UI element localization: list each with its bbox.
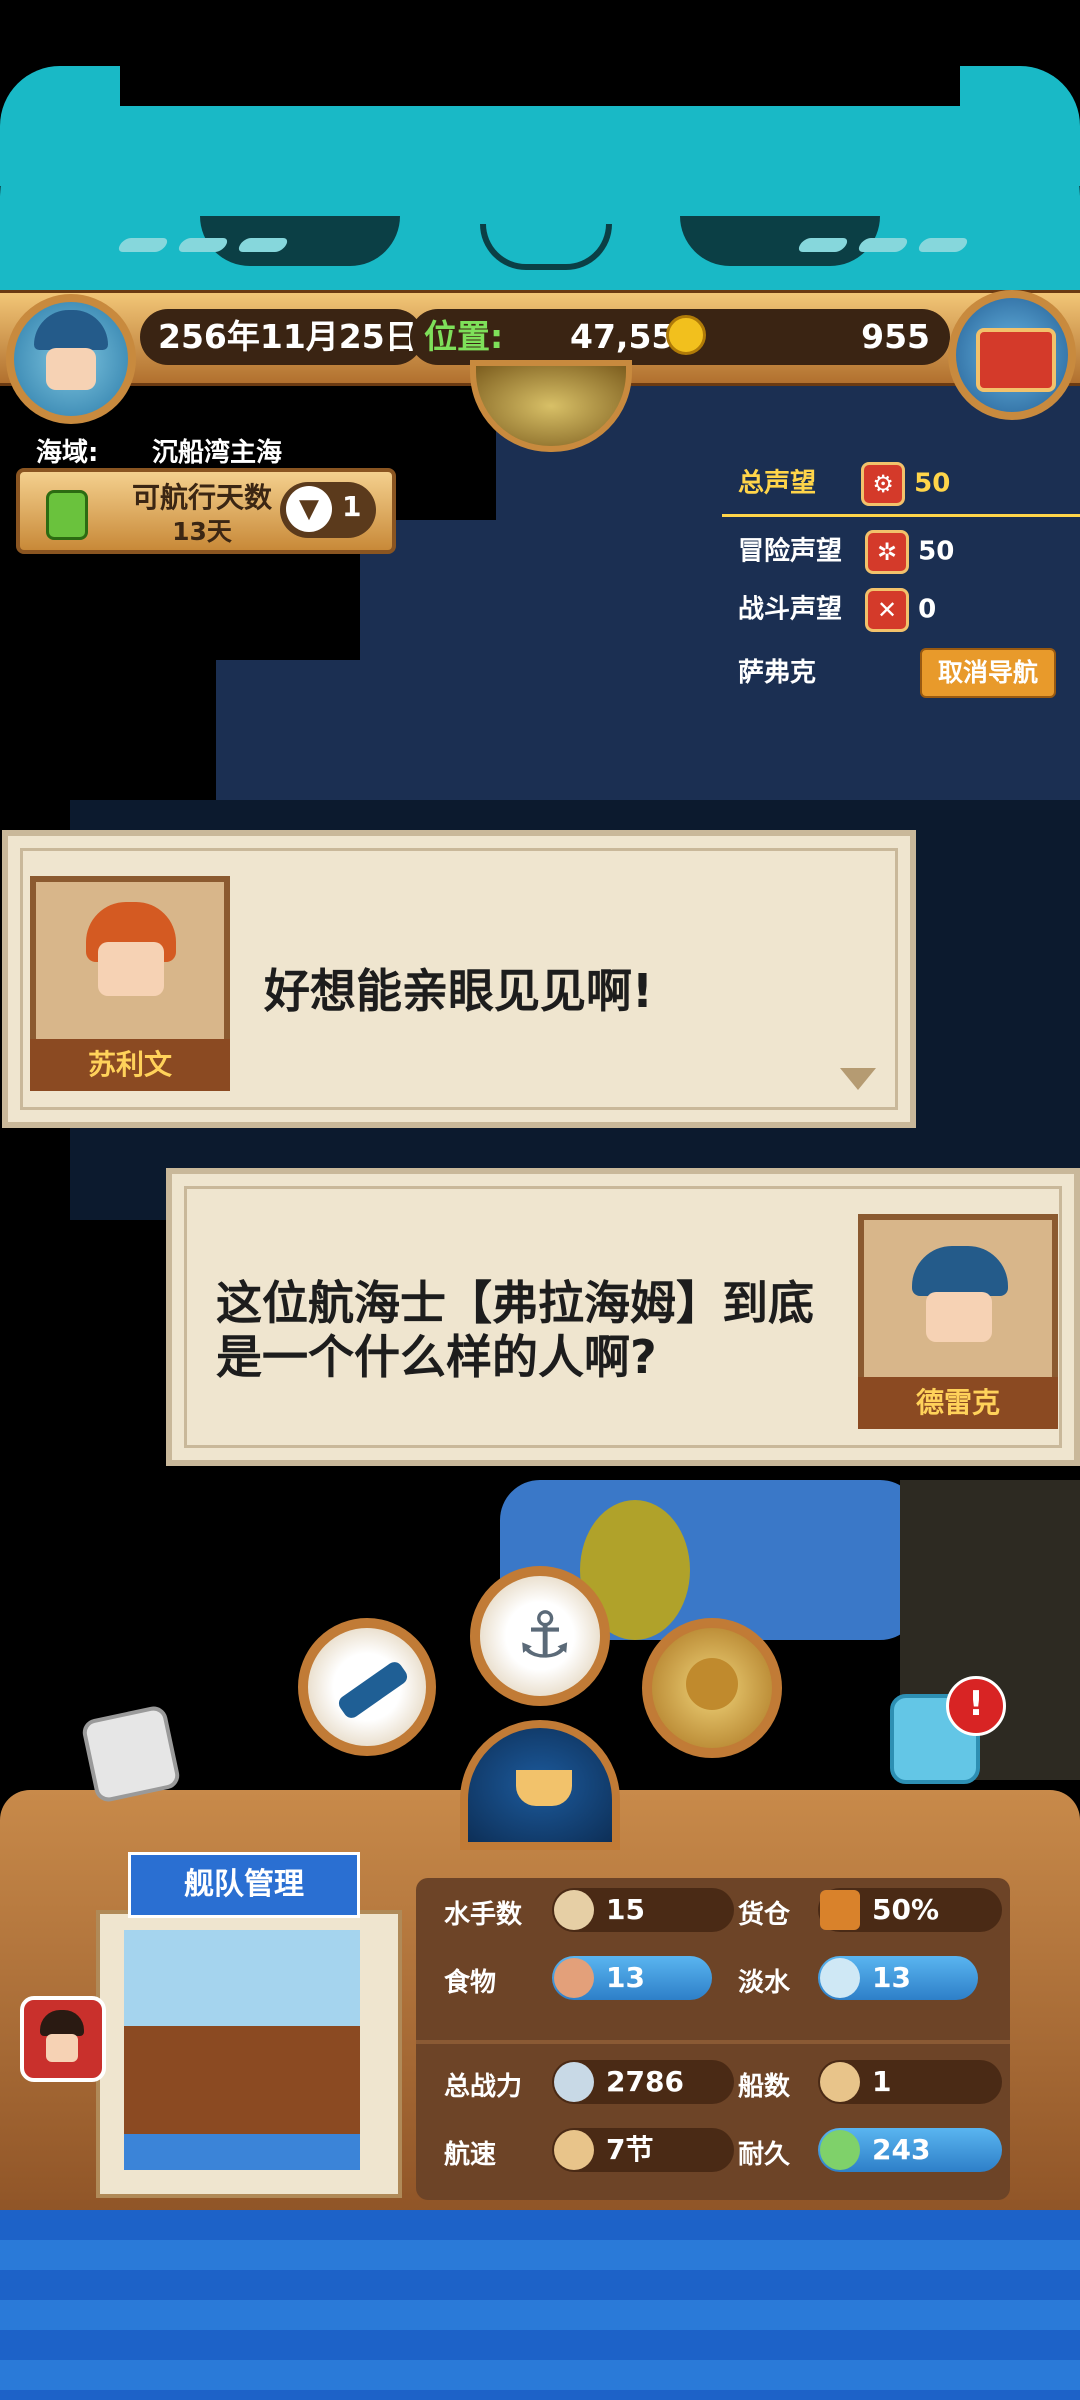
water-label: 淡水	[738, 1968, 791, 1998]
cargo-bar: 50%	[818, 1888, 1002, 1932]
anchor-button[interactable]: ⚓	[470, 1566, 610, 1706]
sail-days-value: 13天	[172, 517, 232, 546]
adventure-reputation-value: 50	[918, 536, 955, 567]
gold-amount: 955	[861, 317, 930, 356]
speed-selector[interactable]: ▼ 1	[280, 482, 376, 538]
cat-banner	[0, 66, 1080, 296]
cat-eye-right	[680, 216, 880, 266]
battle-reputation: 战斗声望 ✕ 0	[738, 588, 936, 632]
sailor-icon	[554, 1890, 594, 1930]
adventure-reputation-label: 冒险声望	[738, 536, 843, 567]
sail-days-panel: 可航行天数 13天 ▼ 1	[16, 468, 396, 554]
treasure-chest-icon[interactable]	[948, 290, 1076, 420]
crossed-swords-icon: ✕	[865, 588, 910, 632]
water-bar: 13	[818, 1956, 978, 2000]
speaker-portrait-sullivan: 苏利文	[30, 876, 230, 1091]
repair-ship-icon	[820, 2130, 860, 2170]
speed-count: 1	[342, 490, 362, 523]
compass-icon: ✲	[865, 530, 910, 574]
food-value: 13	[606, 1961, 645, 1994]
gold-coin-icon	[666, 315, 706, 355]
dialog-text-line2: 是一个什么样的人啊?	[216, 1330, 657, 1384]
ships-value: 1	[872, 2065, 892, 2098]
wave-footer	[0, 2210, 1080, 2400]
total-reputation-value: 50	[914, 468, 951, 499]
telescope-button[interactable]	[298, 1618, 436, 1756]
anchor-icon: ⚓	[516, 1599, 574, 1673]
speaker-name: 苏利文	[30, 1039, 230, 1091]
durability-label: 耐久	[738, 2140, 791, 2170]
sailors-label: 水手数	[444, 1900, 523, 1930]
sea-area-label: 海域:	[36, 438, 99, 468]
speed-value: 7节	[606, 2133, 654, 2166]
adventure-reputation: 冒险声望 ✲ 50	[738, 530, 954, 574]
boat-icon	[820, 2062, 860, 2102]
chevron-down-icon: ▼	[286, 486, 332, 532]
sail-days-title: 可航行天数	[131, 481, 272, 514]
captain-avatar-button[interactable]	[20, 1996, 106, 2082]
speed-bar: 7节	[552, 2128, 734, 2172]
telescope-icon	[335, 1658, 411, 1722]
destination-name: 萨弗克	[738, 658, 817, 688]
sailors-bar: 15	[552, 1888, 734, 1932]
divider	[722, 514, 1080, 517]
position-gold-pill: 位置: 47,55 955	[410, 309, 950, 365]
divider	[416, 2040, 1010, 2044]
water-jug-icon	[820, 1958, 860, 1998]
battle-reputation-value: 0	[918, 594, 937, 625]
durability-value: 243	[872, 2133, 931, 2166]
sea-area-value: 沉船湾主海	[152, 438, 283, 468]
date: 256年11月25日	[140, 309, 423, 365]
reputation-shield-icon: ⚙	[861, 462, 906, 506]
ships-label: 船数	[738, 2072, 791, 2102]
water-value: 13	[872, 1961, 911, 1994]
cat-eye-left	[200, 216, 400, 266]
total-reputation: 总声望 ⚙ 50	[738, 462, 950, 506]
ship-wheel-button[interactable]	[460, 1720, 620, 1850]
globe-icon	[686, 1658, 738, 1710]
sword-icon	[554, 2062, 594, 2102]
speed-label: 航速	[444, 2140, 497, 2170]
position-label: 位置:	[424, 317, 504, 356]
dialog-text-line1: 这位航海士【弗拉海姆】到底	[216, 1276, 814, 1330]
durability-bar: 243	[818, 2128, 1002, 2172]
ghost-character[interactable]	[80, 1703, 182, 1805]
total-reputation-label: 总声望	[738, 468, 817, 499]
sailors-value: 15	[606, 1893, 645, 1926]
food-bar: 13	[552, 1956, 712, 2000]
cargo-value: 50%	[872, 1893, 940, 1926]
position-value: 47,55	[570, 317, 675, 356]
power-label: 总战力	[444, 2072, 523, 2102]
alert-icon[interactable]: !	[946, 1676, 1006, 1736]
battle-reputation-label: 战斗声望	[738, 594, 843, 625]
speaker-name: 德雷克	[858, 1377, 1058, 1429]
ship-icon	[516, 1770, 572, 1806]
dialog-box-1[interactable]: 苏利文 好想能亲眼见见啊!	[2, 830, 916, 1128]
sail-ship-icon	[554, 2130, 594, 2170]
dialog-text: 好想能亲眼见见啊!	[264, 964, 653, 1018]
food-label: 食物	[444, 1968, 497, 1998]
continue-arrow-icon[interactable]	[840, 1068, 876, 1090]
cargo-crate-icon	[820, 1890, 860, 1930]
cargo-label: 货仓	[738, 1900, 791, 1930]
speaker-portrait-drake: 德雷克	[858, 1214, 1058, 1429]
ships-bar: 1	[818, 2060, 1002, 2104]
player-avatar[interactable]	[6, 294, 136, 424]
ship-cutaway-image[interactable]	[124, 1930, 360, 2170]
meat-icon	[554, 1958, 594, 1998]
fleet-management-title[interactable]: 舰队管理	[128, 1852, 360, 1918]
cancel-navigation-button[interactable]: 取消导航	[920, 648, 1056, 698]
dialog-box-2[interactable]: 这位航海士【弗拉海姆】到底 是一个什么样的人啊? 德雷克	[166, 1168, 1080, 1466]
power-value: 2786	[606, 2065, 684, 2098]
power-bar: 2786	[552, 2060, 734, 2104]
cat-mouth	[480, 224, 612, 270]
pause-icon[interactable]	[46, 490, 88, 540]
world-map-button[interactable]	[642, 1618, 782, 1758]
